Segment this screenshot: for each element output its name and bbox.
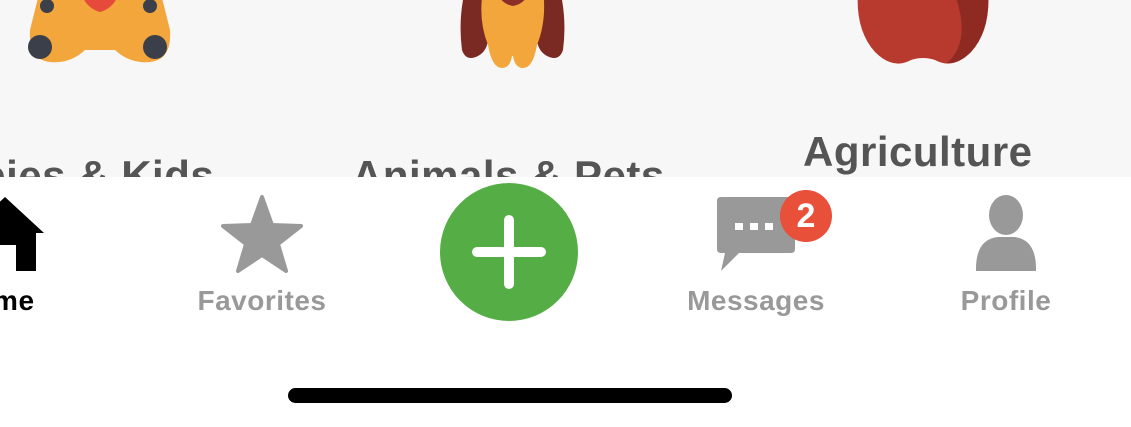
person-icon bbox=[976, 195, 1036, 271]
app-screen: bies & Kids Animals & Pets Agriculture o… bbox=[0, 0, 1131, 427]
teddy-bear-icon[interactable] bbox=[20, 0, 180, 70]
category-label-agriculture[interactable]: Agriculture bbox=[803, 128, 1033, 176]
star-icon bbox=[221, 195, 303, 273]
tab-profile[interactable]: Profile bbox=[906, 177, 1106, 327]
category-label-animals-pets[interactable]: Animals & Pets bbox=[352, 152, 665, 177]
home-indicator[interactable] bbox=[288, 388, 732, 403]
category-label-babies-kids[interactable]: bies & Kids bbox=[0, 152, 214, 177]
tab-label-home: ome bbox=[0, 285, 35, 316]
tab-favorites[interactable]: Favorites bbox=[162, 177, 362, 327]
apple-icon[interactable] bbox=[853, 0, 993, 70]
tab-home[interactable]: ome bbox=[0, 177, 105, 327]
dog-icon[interactable] bbox=[455, 0, 570, 72]
category-grid: bies & Kids Animals & Pets Agriculture bbox=[0, 0, 1131, 177]
home-icon bbox=[0, 197, 44, 271]
tab-label-messages: Messages bbox=[687, 285, 825, 316]
messages-badge: 2 bbox=[780, 190, 832, 242]
plus-icon bbox=[472, 215, 546, 289]
tab-label-profile: Profile bbox=[960, 285, 1052, 316]
tab-label-favorites: Favorites bbox=[197, 285, 327, 316]
add-listing-button[interactable] bbox=[440, 183, 578, 321]
